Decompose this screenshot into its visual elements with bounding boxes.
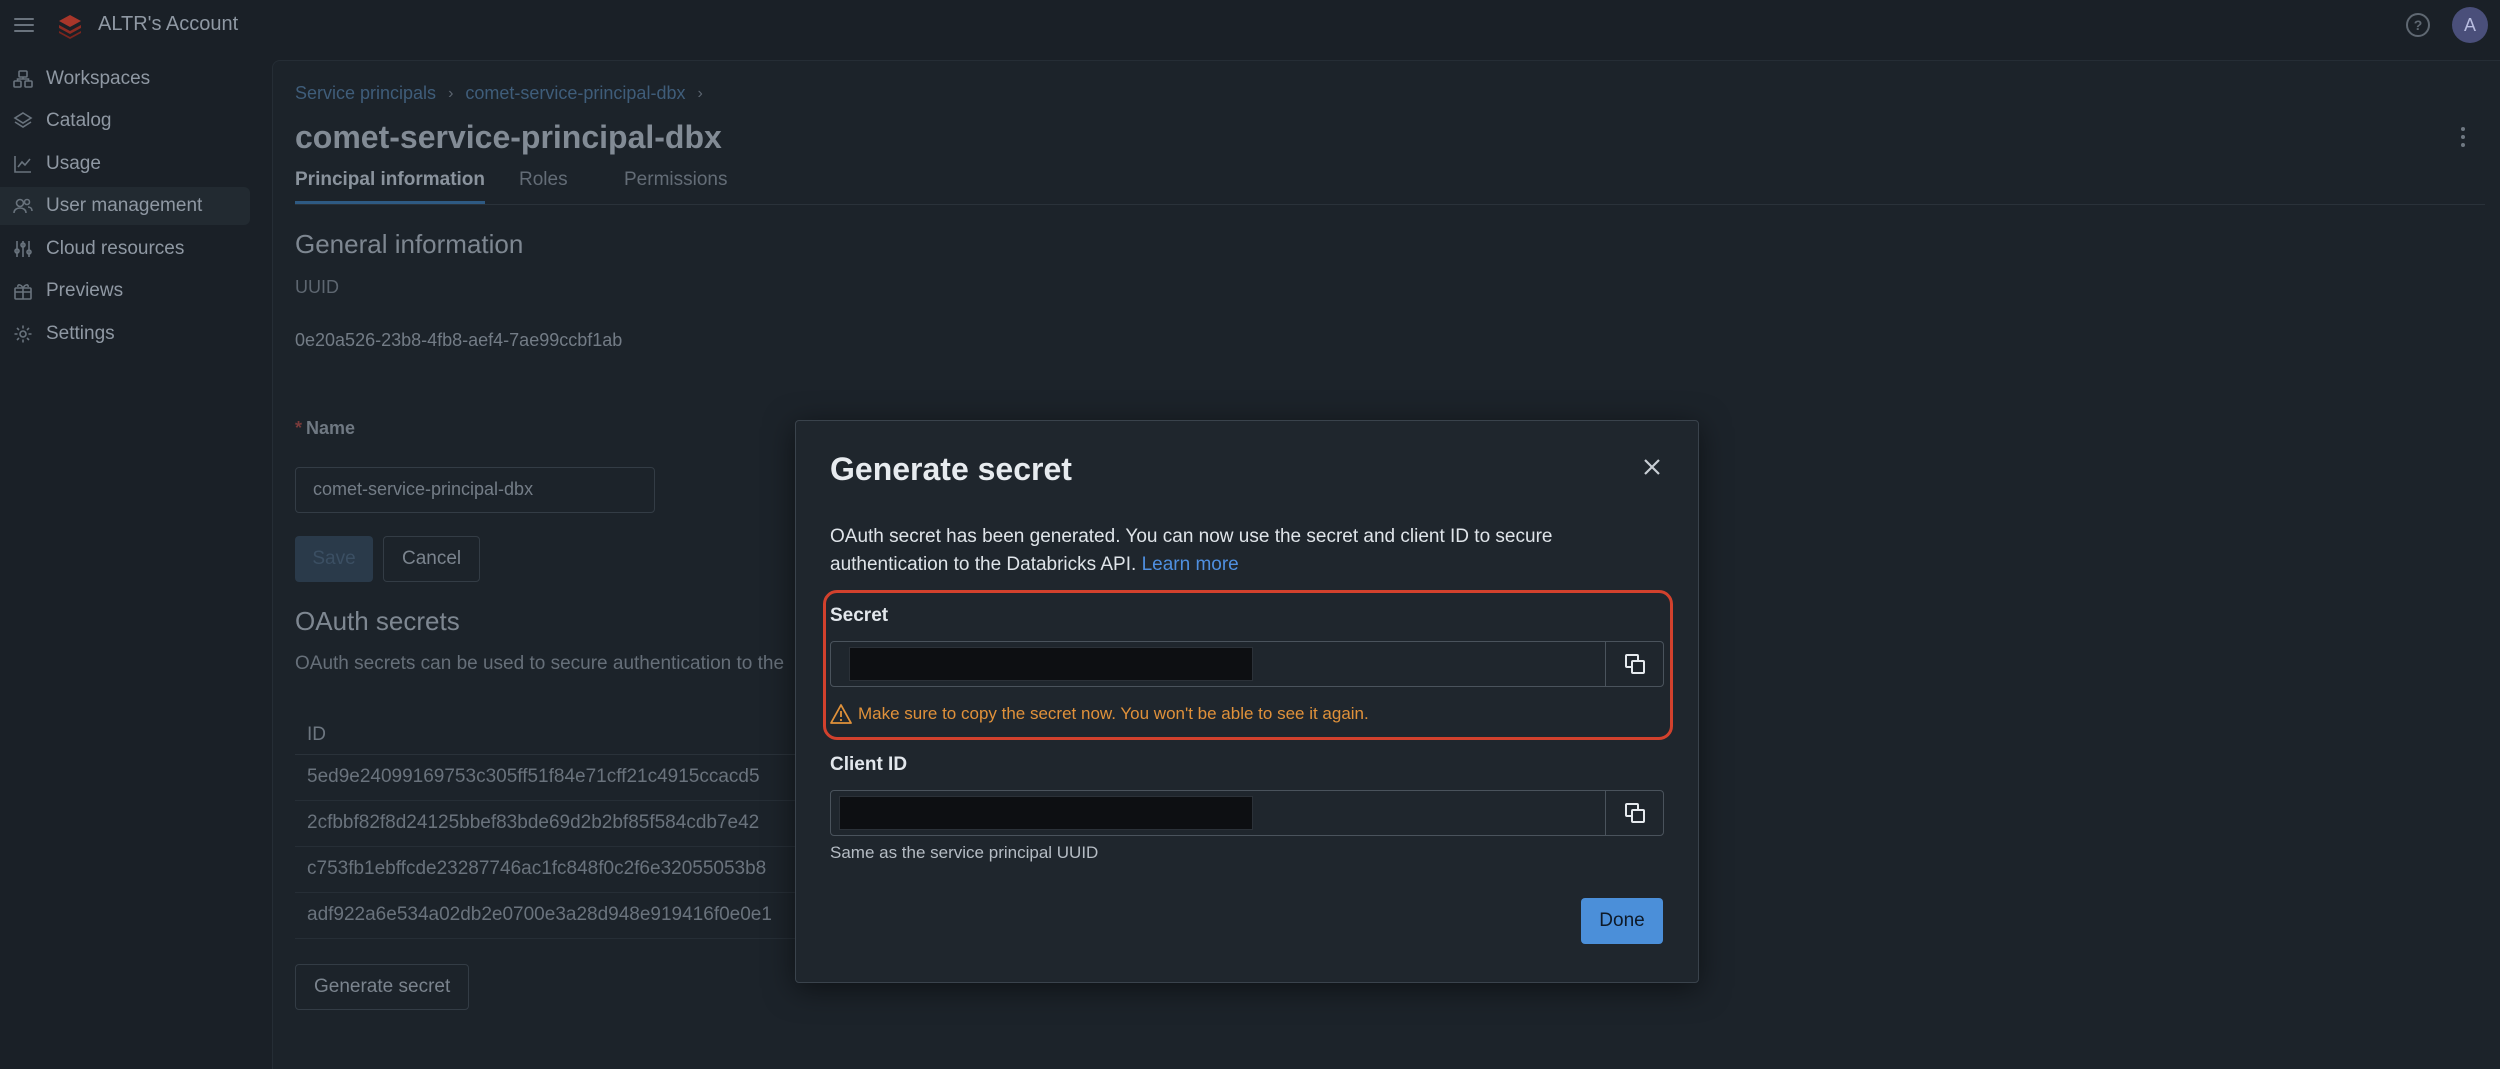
sidebar-item-user-management[interactable]: User management — [0, 187, 250, 225]
table-header: ID — [295, 715, 855, 755]
breadcrumb-service-principals[interactable]: Service principals — [295, 83, 436, 104]
secret-warning: Make sure to copy the secret now. You wo… — [830, 703, 1369, 725]
sidebar-item-usage[interactable]: Usage — [0, 145, 250, 183]
sidebar-item-label: User management — [46, 195, 203, 216]
secret-redacted-value — [849, 647, 1253, 681]
id-column-header: ID — [307, 724, 326, 745]
page-title: comet-service-principal-dbx — [295, 119, 722, 155]
generate-secret-button[interactable]: Generate secret — [295, 964, 470, 1010]
sidebar-item-label: Catalog — [46, 110, 112, 131]
tab-roles[interactable]: Roles — [519, 169, 568, 201]
sidebar-item-label: Cloud resources — [46, 238, 185, 259]
tab-permissions[interactable]: Permissions — [624, 169, 727, 201]
tab-bar: Principal information Roles Permissions — [295, 169, 2485, 205]
sidebar-item-catalog[interactable]: Catalog — [0, 102, 250, 140]
name-label: * Name — [295, 418, 355, 439]
copy-client-id-button[interactable] — [1605, 791, 1663, 835]
sidebar-item-label: Workspaces — [46, 68, 151, 89]
name-input[interactable]: comet-service-principal-dbx — [295, 467, 655, 513]
breadcrumb-principal[interactable]: comet-service-principal-dbx — [465, 83, 685, 104]
close-icon[interactable] — [1640, 455, 1664, 479]
table-row: 2cfbbf82f8d24125bbef83bde69d2b2bf85f584c… — [295, 801, 855, 847]
copy-icon — [1624, 654, 1645, 674]
general-information-title: General information — [295, 229, 524, 259]
oauth-secrets-description: OAuth secrets can be used to secure auth… — [295, 653, 785, 674]
secret-input[interactable] — [830, 641, 1664, 687]
workspaces-icon — [12, 68, 34, 90]
client-id-input[interactable] — [830, 790, 1664, 836]
copy-icon — [1624, 803, 1645, 823]
users-icon — [12, 195, 34, 217]
databricks-logo-icon — [59, 15, 81, 39]
table-row: c753fb1ebffcde23287746ac1fc848f0c2f6e320… — [295, 847, 855, 893]
required-marker: * — [295, 418, 303, 438]
warning-icon — [830, 704, 852, 724]
help-icon[interactable]: ? — [2406, 13, 2430, 37]
breadcrumb: Service principals › comet-service-princ… — [295, 83, 715, 104]
learn-more-link[interactable]: Learn more — [1142, 554, 1239, 575]
chevron-right-icon: › — [448, 84, 454, 102]
cancel-button[interactable]: Cancel — [383, 536, 481, 582]
client-id-label: Client ID — [830, 754, 908, 775]
top-bar: ALTR's Account ? A — [0, 0, 2500, 52]
done-button[interactable]: Done — [1581, 898, 1663, 944]
sidebar-item-workspaces[interactable]: Workspaces — [0, 60, 250, 98]
sidebar-item-settings[interactable]: Settings — [0, 315, 250, 353]
kebab-menu-icon[interactable] — [2453, 123, 2473, 153]
secret-warning-text: Make sure to copy the secret now. You wo… — [858, 704, 1369, 723]
client-id-help-text: Same as the service principal UUID — [830, 843, 1099, 862]
oauth-secrets-title: OAuth secrets — [295, 606, 460, 636]
sidebar-item-label: Previews — [46, 280, 124, 301]
catalog-icon — [12, 110, 34, 132]
secret-label: Secret — [830, 605, 889, 626]
uuid-label: UUID — [295, 277, 339, 297]
chevron-right-icon: › — [697, 84, 703, 102]
sidebar-item-label: Usage — [46, 153, 101, 174]
sidebar-item-label: Settings — [46, 323, 115, 344]
account-name[interactable]: ALTR's Account — [98, 13, 238, 36]
copy-secret-button[interactable] — [1605, 642, 1663, 686]
avatar[interactable]: A — [2452, 7, 2488, 43]
dialog-description: OAuth secret has been generated. You can… — [830, 523, 1650, 579]
table-row: adf922a6e534a02db2e0700e3a28d948e919416f… — [295, 893, 855, 939]
sidebar-item-cloud-resources[interactable]: Cloud resources — [0, 230, 250, 268]
sidebar-item-previews[interactable]: Previews — [0, 272, 250, 310]
name-label-text: Name — [306, 418, 356, 438]
gear-icon — [12, 323, 34, 345]
menu-icon[interactable] — [14, 14, 34, 36]
cloud-resources-icon — [12, 238, 34, 260]
tab-principal-information[interactable]: Principal information — [295, 169, 486, 204]
dialog-title: Generate secret — [830, 451, 1072, 487]
usage-icon — [12, 153, 34, 175]
client-id-redacted-value — [839, 796, 1253, 830]
generate-secret-dialog: Generate secret OAuth secret has been ge… — [795, 420, 1699, 983]
table-row: 5ed9e24099169753c305ff51f84e71cff21c4915… — [295, 755, 855, 801]
uuid-value: 0e20a526-23b8-4fb8-aef4-7ae99ccbf1ab — [295, 330, 623, 350]
previews-icon — [12, 280, 34, 302]
save-button[interactable]: Save — [295, 536, 373, 582]
